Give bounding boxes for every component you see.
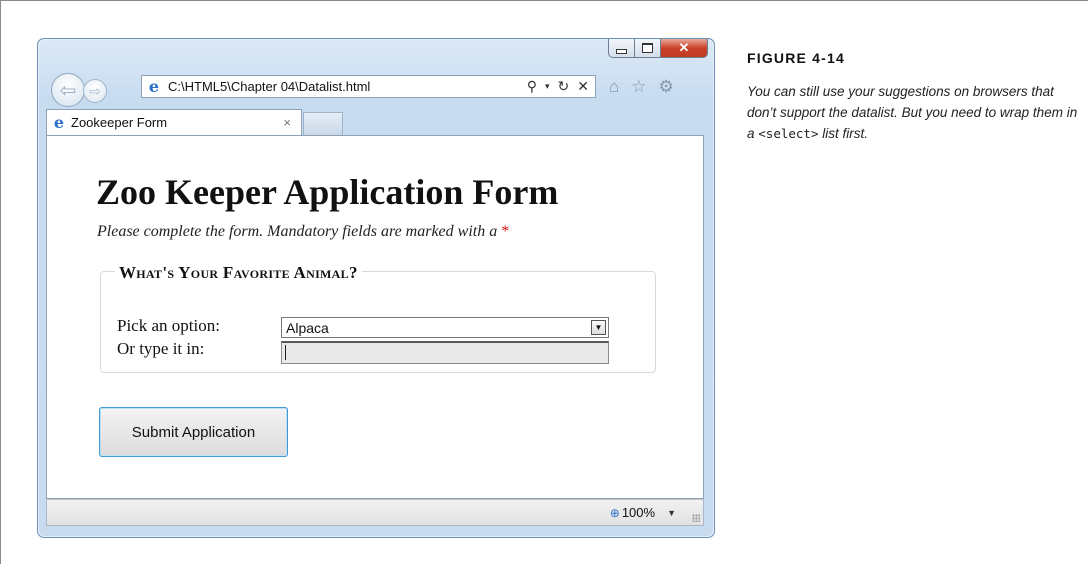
minimize-icon [616,48,627,54]
ie-page-icon: e [148,76,160,96]
page-subtitle: Please complete the form. Mandatory fiel… [97,223,509,241]
gear-icon[interactable]: ⚙ [659,77,674,97]
maximize-button[interactable] [635,39,661,58]
window-controls: ✕ [608,39,708,59]
forward-button[interactable]: ⇨ [83,79,107,103]
submit-application-button[interactable]: Submit Application [99,407,288,457]
forward-arrow-icon: ⇨ [89,82,101,99]
chevron-down-icon[interactable]: ▼ [591,320,606,335]
tab-label: Zookeeper Form [71,115,168,130]
text-caret [285,345,286,360]
search-icon[interactable]: ⚲ [527,78,537,95]
animal-select[interactable]: Alpaca ▼ [281,317,609,338]
required-marker: * [501,223,510,240]
chevron-down-icon[interactable]: ▼ [667,508,676,518]
figure-label: FIGURE 4-14 [747,50,845,66]
address-url[interactable]: C:\HTML5\Chapter 04\Datalist.html [168,79,527,94]
type-it-in-label: Or type it in: [117,339,205,358]
animal-text-input[interactable] [281,341,609,364]
zoom-level[interactable]: 100% [622,505,655,520]
home-icon[interactable]: ⌂ [609,77,619,97]
chevron-down-icon[interactable]: ▾ [545,81,550,92]
page-viewport: Zoo Keeper Application Form Please compl… [46,135,704,499]
close-window-button[interactable]: ✕ [661,39,708,58]
browser-window: ✕ ⇦ ⇨ e C:\HTML5\Chapter 04\Datalist.htm… [37,38,715,538]
subtitle-text: Please complete the form. Mandatory fiel… [97,223,498,240]
tab-close-icon[interactable]: × [283,115,301,130]
animal-select-value: Alpaca [286,319,329,336]
back-arrow-icon: ⇦ [59,79,77,102]
figure-caption: You can still use your suggestions on br… [747,81,1082,144]
favorite-animal-fieldset: What's Your Favorite Animal? Pick an opt… [100,263,656,373]
star-icon[interactable]: ☆ [631,77,646,97]
fieldset-legend: What's Your Favorite Animal? [115,263,362,283]
refresh-icon[interactable]: ↻ [558,78,570,95]
new-tab-button[interactable] [303,112,343,135]
close-icon: ✕ [678,40,690,55]
address-tools: ⚲ ▾ ↻ ✕ [527,78,595,95]
caption-code: <select> [758,126,819,141]
zoom-icon[interactable]: ⊕ [610,506,620,520]
tab-zookeeper-form[interactable]: e Zookeeper Form × [46,109,302,135]
page-title: Zoo Keeper Application Form [96,172,559,212]
caption-text-end: list first. [818,126,868,141]
resize-grip-icon[interactable] [692,514,700,522]
address-bar[interactable]: e C:\HTML5\Chapter 04\Datalist.html ⚲ ▾ … [141,75,596,98]
ie-tab-icon: e [53,112,65,132]
toolbar-icons: ⌂ ☆ ⚙ [609,77,674,97]
pick-option-label: Pick an option: [117,316,220,335]
status-bar: ⊕ 100% ▼ [46,499,704,526]
back-button[interactable]: ⇦ [51,73,85,107]
maximize-icon [642,43,653,53]
stop-icon[interactable]: ✕ [577,78,589,95]
minimize-button[interactable] [608,39,635,58]
